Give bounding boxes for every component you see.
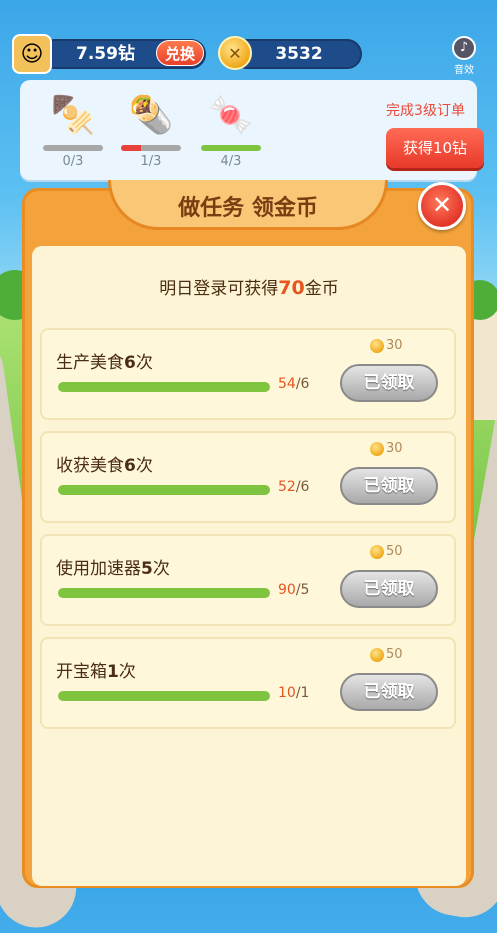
food-progress-bar <box>201 145 261 151</box>
task-card: 使用加速器5次 90/5 50 已领取 <box>40 534 456 626</box>
task-reward: 30 <box>370 338 403 353</box>
task-count: 6 <box>124 353 136 373</box>
task-progress-bar <box>58 691 270 701</box>
exchange-button[interactable]: 兑换 <box>156 40 204 66</box>
coin-icon <box>370 441 384 456</box>
avatar-face-icon: ☺ <box>20 41 44 67</box>
coin-icon <box>370 544 384 559</box>
task-name: 生产美食6次 <box>56 348 153 373</box>
task-count: 1 <box>107 662 119 682</box>
food-count: 0/3 <box>62 154 84 169</box>
task-progress-bar <box>58 588 270 598</box>
diamond-balance: 7.59钻 <box>76 44 135 64</box>
task-progress-current: 54 <box>278 376 296 392</box>
candy-icon: 🍬 <box>208 95 254 136</box>
task-card: 生产美食6次 54/6 30 已领取 <box>40 328 456 420</box>
task-progress-text: 52/6 <box>278 479 318 495</box>
get-diamonds-button[interactable]: 获得10钻 <box>386 128 484 168</box>
order-food-item: 🍢 0/3 <box>42 92 104 169</box>
food-progress-fill <box>121 145 141 151</box>
task-reward: 50 <box>370 544 403 559</box>
task-name-text: 使用加速器 <box>56 559 141 579</box>
food-count: 1/3 <box>140 154 162 169</box>
close-icon: ✕ <box>431 191 453 219</box>
task-card: 开宝箱1次 10/1 50 已领取 <box>40 637 456 729</box>
close-button[interactable]: ✕ <box>418 182 466 230</box>
task-progress-fill <box>58 588 270 598</box>
login-reward-suffix: 金币 <box>304 279 339 299</box>
task-unit: 次 <box>118 662 136 682</box>
order-food-item: 🍬 4/3 <box>200 92 262 169</box>
kebab-icon: 🍢 <box>50 95 96 136</box>
task-reward-amount: 30 <box>386 441 403 456</box>
burrito-icon: 🌯 <box>128 95 174 136</box>
sound-label: 音效 <box>454 65 474 76</box>
login-reward-amount: 70 <box>278 277 305 299</box>
claimed-button[interactable]: 已领取 <box>340 570 438 608</box>
task-name-text: 开宝箱 <box>56 662 107 682</box>
coin-icon <box>370 647 384 662</box>
order-title: 完成3级订单 <box>386 103 465 119</box>
task-progress-text: 90/5 <box>278 582 318 598</box>
task-progress-current: 90 <box>278 582 296 598</box>
task-name-text: 生产美食 <box>56 353 124 373</box>
task-progress-text: 54/6 <box>278 376 318 392</box>
order-panel: 🍢 0/3 🌯 1/3 🍬 4/3 完成3级订单 获得10钻 <box>20 80 484 180</box>
login-reward-prefix: 明日登录可获得 <box>159 279 279 299</box>
task-reward-amount: 50 <box>386 544 403 559</box>
task-name-text: 收获美食 <box>56 456 124 476</box>
task-unit: 次 <box>152 559 170 579</box>
task-progress-total: /5 <box>295 582 310 598</box>
order-food-item: 🌯 1/3 <box>120 92 182 169</box>
task-progress-fill <box>58 382 270 392</box>
task-progress-text: 10/1 <box>278 685 318 701</box>
task-progress-fill <box>58 691 270 701</box>
sound-icon: ♪ <box>452 36 476 60</box>
task-progress-current: 10 <box>278 685 296 701</box>
coin-balance: 3532 <box>275 44 323 64</box>
food-progress-bar <box>121 145 181 151</box>
task-reward: 30 <box>370 441 403 456</box>
task-progress-fill <box>58 485 270 495</box>
sound-toggle[interactable]: ♪ 音效 <box>448 36 480 76</box>
task-progress-total: /6 <box>295 479 310 495</box>
task-count: 6 <box>124 456 136 476</box>
task-unit: 次 <box>135 353 153 373</box>
task-panel-title: 做任务 领金币 <box>178 196 318 221</box>
task-name: 收获美食6次 <box>56 451 153 476</box>
task-progress-bar <box>58 382 270 392</box>
task-progress-total: /6 <box>295 376 310 392</box>
task-name: 使用加速器5次 <box>56 554 170 579</box>
task-progress-total: /1 <box>295 685 310 701</box>
claimed-button[interactable]: 已领取 <box>340 364 438 402</box>
task-count: 5 <box>141 559 153 579</box>
player-avatar[interactable]: ☺ <box>12 34 52 74</box>
task-reward-amount: 30 <box>386 338 403 353</box>
task-reward-amount: 50 <box>386 647 403 662</box>
task-progress-current: 52 <box>278 479 296 495</box>
task-progress-bar <box>58 485 270 495</box>
coin-icon <box>370 338 384 353</box>
food-count: 4/3 <box>220 154 242 169</box>
claimed-button[interactable]: 已领取 <box>340 467 438 505</box>
task-card: 收获美食6次 52/6 30 已领取 <box>40 431 456 523</box>
food-progress-bar <box>43 145 103 151</box>
claimed-button[interactable]: 已领取 <box>340 673 438 711</box>
task-reward: 50 <box>370 647 403 662</box>
task-name: 开宝箱1次 <box>56 657 136 682</box>
coin-icon: ✕ <box>218 36 252 70</box>
food-progress-fill <box>201 145 261 151</box>
task-unit: 次 <box>135 456 153 476</box>
login-reward-text: 明日登录可获得70金币 <box>32 274 466 299</box>
